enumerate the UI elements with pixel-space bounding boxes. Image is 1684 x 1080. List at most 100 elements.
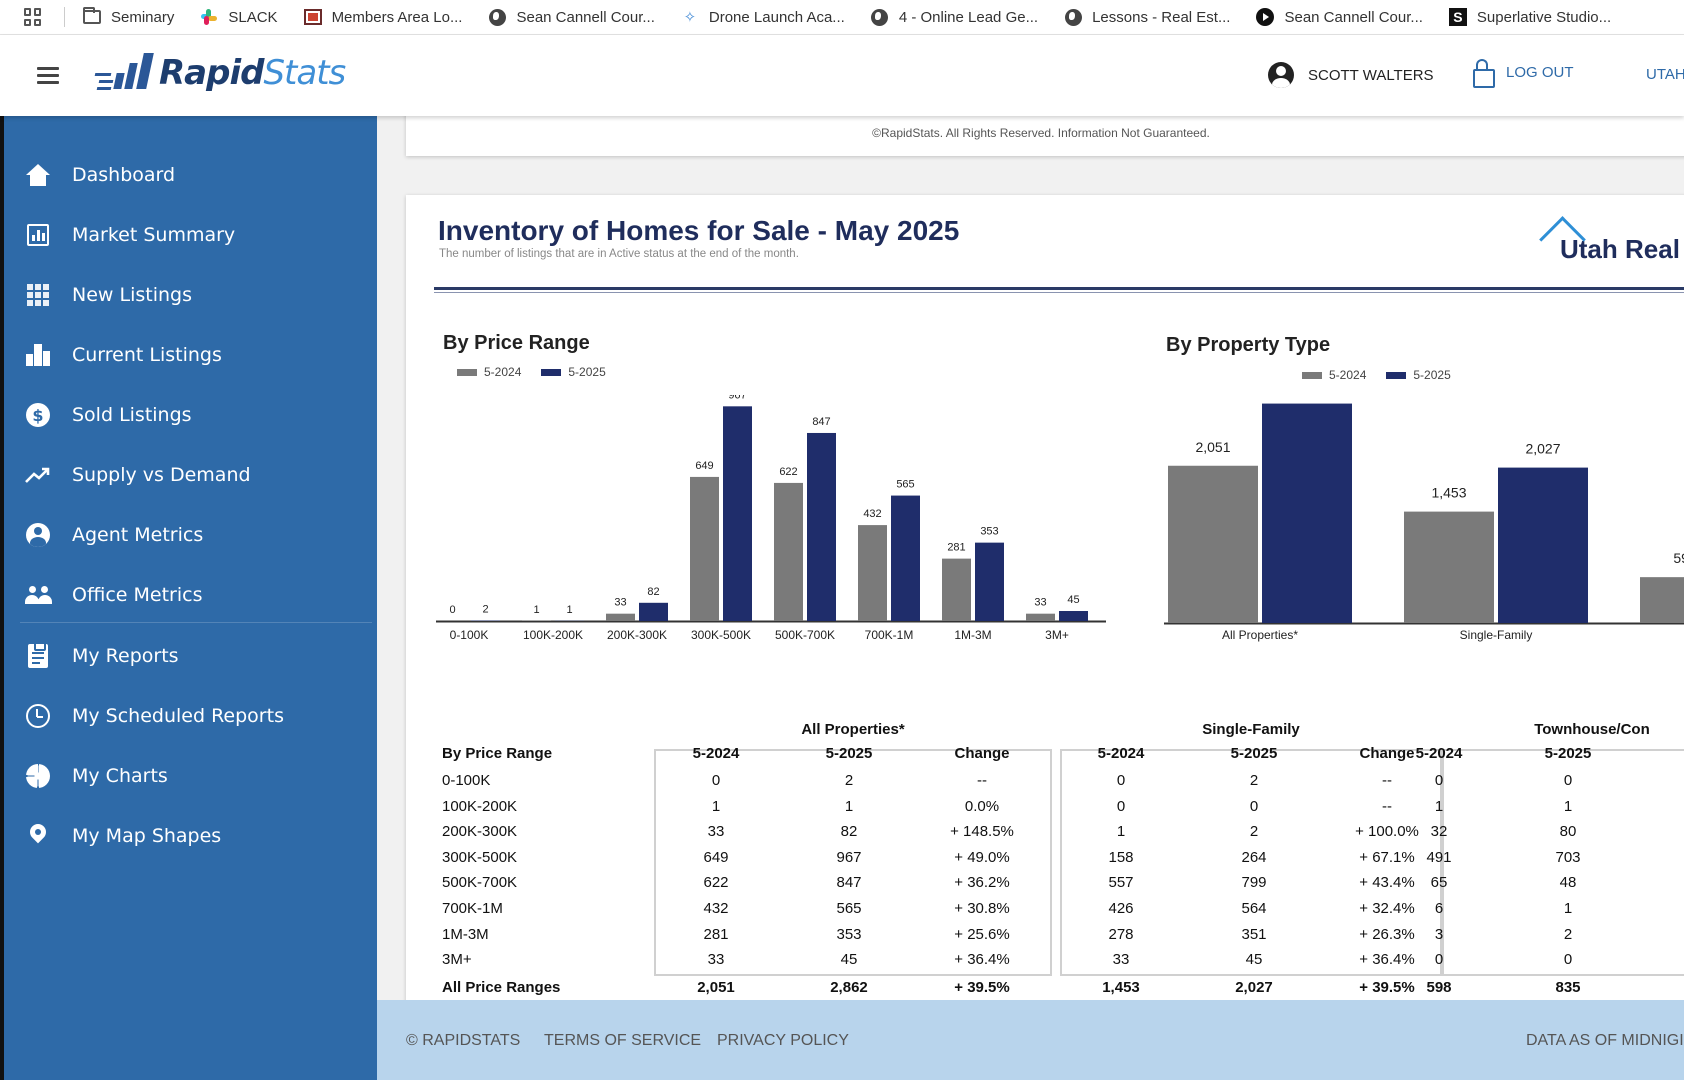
table-cell: 847 <box>836 874 862 892</box>
sidebar-item-dashboard[interactable]: Dashboard <box>0 147 377 203</box>
user-menu[interactable]: SCOTT WALTERS <box>1268 62 1434 88</box>
person-icon <box>25 522 51 548</box>
bookmark-lessons[interactable]: Lessons - Real Est... <box>1064 8 1230 26</box>
sidebar-item-label: Dashboard <box>72 164 176 186</box>
table-cell: 65 <box>1430 874 1448 892</box>
lock-icon <box>1473 59 1495 88</box>
slack-icon <box>200 8 218 26</box>
logo-text: RapidStats <box>159 53 346 93</box>
table-cell: 557 <box>1108 874 1134 892</box>
main-content[interactable]: ©RapidStats. All Rights Reserved. Inform… <box>377 116 1684 1000</box>
table-cell: 33 <box>1112 951 1130 969</box>
sidebar-item-market-summary[interactable]: Market Summary <box>0 207 377 263</box>
table-cell: 2 <box>844 772 854 789</box>
sidebar-item-current-listings[interactable]: Current Listings <box>0 327 377 383</box>
bookmark-sean-cannell-2[interactable]: Sean Cannell Cour... <box>1256 8 1423 26</box>
bookmark-seminary[interactable]: Seminary <box>83 7 174 26</box>
globe-icon <box>488 8 506 26</box>
sidebar-item-agent-metrics[interactable]: Agent Metrics <box>0 507 377 563</box>
table-cell: 3 <box>1434 925 1444 943</box>
bookmark-online-lead[interactable]: 4 - Online Lead Ge... <box>871 8 1038 26</box>
sidebar-item-my-map-shapes[interactable]: My Map Shapes <box>0 808 377 864</box>
sidebar-item-label: New Listings <box>72 284 192 306</box>
total-cell: 2,051 <box>697 978 735 996</box>
rapidstats-logo[interactable]: RapidStats <box>94 51 346 95</box>
table-cell: 48 <box>1559 874 1577 892</box>
clipboard-icon <box>25 642 51 669</box>
table-cell: 564 <box>1241 900 1267 917</box>
sidebar-item-my-scheduled-reports[interactable]: My Scheduled Reports <box>0 688 377 744</box>
sidebar-item-supply-vs-demand[interactable]: Supply vs Demand <box>0 447 377 503</box>
sidebar-item-label: My Reports <box>72 645 179 667</box>
sidebar-item-my-reports[interactable]: My Reports <box>0 628 377 684</box>
table-cell: 0 <box>1116 772 1126 789</box>
hamburger-menu-icon[interactable] <box>37 67 59 84</box>
sidebar-item-office-metrics[interactable]: Office Metrics <box>0 567 377 623</box>
bookmark-drone-launch[interactable]: ✧ Drone Launch Aca... <box>681 8 845 27</box>
people-icon <box>25 582 52 608</box>
table-cell: 1 <box>1563 900 1573 917</box>
row-label: 100K-200K <box>442 797 518 815</box>
sidebar-item-sold-listings[interactable]: $ Sold Listings <box>0 387 377 443</box>
building-grid-icon <box>25 282 51 308</box>
table-cell: + 30.8% <box>954 900 1010 917</box>
sidebar-item-label: Office Metrics <box>72 584 203 606</box>
table-cell: 158 <box>1108 848 1134 866</box>
bookmark-label: Superlative Studio... <box>1476 8 1612 26</box>
sidebar-item-my-charts[interactable]: My Charts <box>0 748 377 804</box>
table-cell: 1 <box>1563 797 1573 815</box>
bookmark-sean-cannell-1[interactable]: Sean Cannell Cour... <box>488 8 655 26</box>
map-pin-icon <box>25 823 51 849</box>
table-cell: + 49.0% <box>954 848 1010 866</box>
column-subheader: 5-2025 <box>1230 745 1278 762</box>
table-cell: 0 <box>1249 797 1259 815</box>
table-cell: 33 <box>707 951 725 969</box>
sidebar-item-label: My Map Shapes <box>72 825 222 847</box>
sidebar-item-new-listings[interactable]: New Listings <box>0 267 377 323</box>
column-group-header: All Properties* <box>801 721 905 738</box>
table-cell: 351 <box>1241 925 1267 943</box>
table-cell: 426 <box>1108 900 1134 917</box>
bookmark-members-area[interactable]: Members Area Lo... <box>303 8 463 26</box>
logo-bars-icon <box>94 53 157 93</box>
table-cell: 432 <box>703 900 729 917</box>
bookmark-label: Members Area Lo... <box>331 8 463 26</box>
table-cell: 0.0% <box>964 797 1000 815</box>
sidebar-item-label: Sold Listings <box>72 404 192 426</box>
table-cell: 281 <box>703 925 729 943</box>
table-cell: 703 <box>1555 848 1581 866</box>
total-cell: 835 <box>1555 978 1581 996</box>
terms-of-service-link[interactable]: TERMS OF SERVICE <box>544 1032 701 1050</box>
sidebar-item-label: Agent Metrics <box>72 524 204 546</box>
column-subheader: 5-2024 <box>1097 745 1145 762</box>
table-cell: 1 <box>711 797 721 815</box>
logout-button[interactable]: LOG OUT <box>1473 59 1574 88</box>
bar-chart-icon <box>25 222 51 248</box>
pie-chart-icon <box>25 763 51 789</box>
apps-grid-icon[interactable] <box>24 8 42 26</box>
bookmark-superlative[interactable]: S Superlative Studio... <box>1448 8 1612 26</box>
sidebar-nav: Dashboard Market Summary New Listings Cu… <box>0 116 377 1080</box>
data-as-of-text: DATA AS OF MIDNIGI <box>1526 1032 1684 1049</box>
sidebar-item-label: My Scheduled Reports <box>72 705 284 727</box>
table-cell: 622 <box>703 874 729 892</box>
table-cell: 491 <box>1426 848 1452 866</box>
privacy-policy-link[interactable]: PRIVACY POLICY <box>717 1032 849 1050</box>
table-cell: + 36.4% <box>954 951 1010 969</box>
inventory-table: All Properties* 5-2024 5-2025 Change Single-… <box>406 195 1684 1000</box>
table-cell: + 36.2% <box>954 874 1010 892</box>
table-cell: + 25.6% <box>954 925 1010 943</box>
row-header-label: By Price Range <box>442 745 553 762</box>
table-cell: 0 <box>1563 772 1573 789</box>
table-cell: 1 <box>1116 823 1126 841</box>
report-copyright: ©RapidStats. All Rights Reserved. Inform… <box>872 126 1210 140</box>
table-cell: -- <box>977 772 987 789</box>
state-selector[interactable]: UTAH <box>1646 66 1684 83</box>
dollar-icon: $ <box>25 402 51 428</box>
table-cell: 45 <box>1245 951 1263 969</box>
table-cell: 82 <box>840 823 858 841</box>
table-cell: 967 <box>836 848 862 866</box>
bookmark-label: Lessons - Real Est... <box>1092 8 1231 26</box>
table-cell: 0 <box>711 772 721 789</box>
bookmark-slack[interactable]: SLACK <box>200 8 278 26</box>
